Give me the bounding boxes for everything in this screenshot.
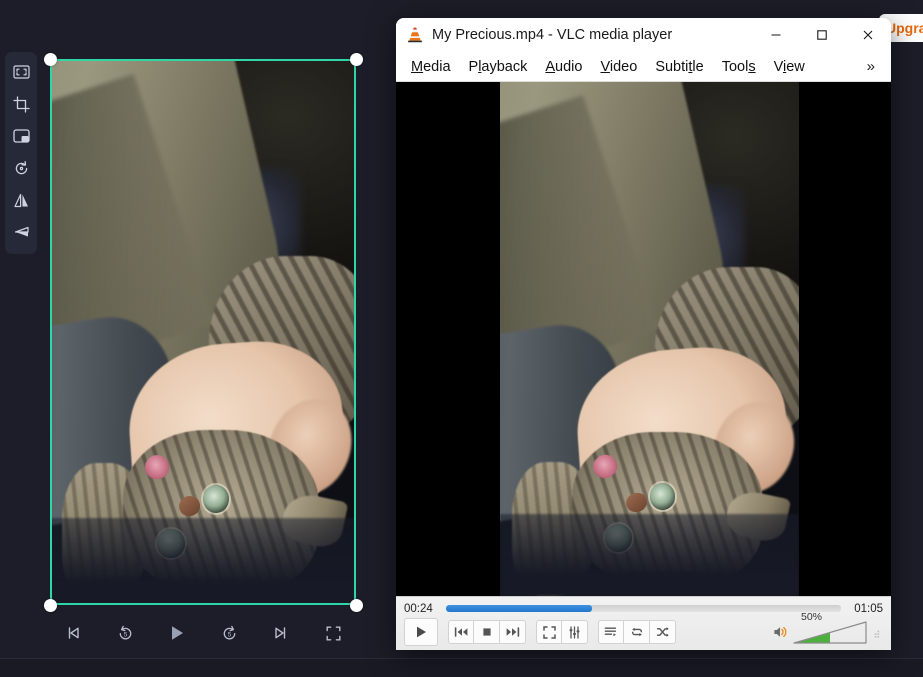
fullscreen-button[interactable] [318, 619, 348, 647]
next-button[interactable] [500, 620, 526, 644]
editor-tool-rail [5, 52, 37, 254]
menu-post: le [692, 59, 703, 75]
menu-post: ew [786, 59, 805, 75]
skip-to-start-button[interactable] [58, 619, 88, 647]
vlc-button-row: 50% [396, 617, 891, 647]
maximize-button[interactable] [799, 18, 845, 52]
resize-handle-top-left[interactable] [44, 53, 57, 66]
screen: 5 5 [0, 0, 923, 677]
vlc-menu-bar: Media Playback Audio Video Subtitle Tool… [396, 52, 891, 82]
forward-5s-button[interactable]: 5 [214, 619, 244, 647]
playlist-group [598, 620, 676, 644]
play-button[interactable] [162, 619, 192, 647]
rewind-5s-button[interactable]: 5 [110, 619, 140, 647]
video-frame-image [500, 82, 799, 596]
menu-overflow-chevron-icon[interactable]: » [857, 55, 885, 78]
editor-video-canvas[interactable] [50, 59, 356, 605]
menu-post: ideo [610, 59, 637, 75]
resize-handle-bottom-right[interactable] [350, 599, 363, 612]
loop-button[interactable] [624, 620, 650, 644]
menu-post: edia [423, 59, 450, 75]
resize-grip[interactable] [871, 625, 881, 639]
equalizer-button[interactable] [562, 620, 588, 644]
play-button[interactable] [404, 618, 438, 646]
nav-group [448, 620, 526, 644]
flip-horizontal-icon[interactable] [7, 186, 35, 214]
resize-handle-bottom-left[interactable] [44, 599, 57, 612]
svg-text:5: 5 [227, 631, 231, 638]
vlc-window[interactable]: My Precious.mp4 - VLC media player Media… [396, 18, 891, 650]
menu-pre: Subti [655, 59, 688, 75]
video-frame-image [50, 59, 356, 605]
previous-button[interactable] [448, 620, 474, 644]
close-button[interactable] [845, 18, 891, 52]
skip-to-end-button[interactable] [266, 619, 296, 647]
vlc-video-surface[interactable] [396, 82, 891, 596]
menu-item-media[interactable]: Media [402, 56, 460, 78]
menu-mnemonic: V [600, 59, 609, 75]
volume-slider[interactable]: 50% [793, 620, 867, 644]
menu-mnemonic: s [748, 59, 755, 75]
crop-icon[interactable] [7, 90, 35, 118]
vlc-title-bar[interactable]: My Precious.mp4 - VLC media player [396, 18, 891, 52]
menu-pre: V [774, 59, 783, 75]
window-controls [753, 18, 891, 52]
menu-post: ayback [481, 59, 527, 75]
seek-progress-fill [446, 605, 592, 612]
volume-wedge [793, 620, 867, 644]
vlc-control-bar: 00:24 01:05 [396, 596, 891, 650]
menu-pre: P [469, 59, 479, 75]
seek-slider[interactable] [446, 605, 841, 612]
picture-in-picture-icon[interactable] [7, 122, 35, 150]
rotate-icon[interactable] [7, 154, 35, 182]
svg-text:5: 5 [123, 631, 127, 638]
elapsed-time: 00:24 [404, 603, 438, 615]
menu-item-subtitle[interactable]: Subtitle [646, 56, 712, 78]
shuffle-button[interactable] [650, 620, 676, 644]
menu-item-tools[interactable]: Tools [713, 56, 765, 78]
stop-button[interactable] [474, 620, 500, 644]
skew-icon[interactable] [7, 218, 35, 246]
playlist-button[interactable] [598, 620, 624, 644]
upgrade-button-label: Upgrade [886, 20, 923, 36]
menu-post: udio [555, 59, 582, 75]
menu-pre: Tool [722, 59, 749, 75]
play-group [404, 618, 438, 646]
total-time: 01:05 [849, 603, 883, 615]
fullscreen-button[interactable] [536, 620, 562, 644]
vlc-video-frame [500, 82, 799, 596]
resize-handle-top-right[interactable] [350, 53, 363, 66]
fit-to-screen-icon[interactable] [7, 58, 35, 86]
vlc-cone-icon [406, 26, 424, 44]
menu-mnemonic: M [411, 59, 423, 75]
editor-transport-bar: 5 5 [50, 616, 356, 650]
editor-timeline-area [0, 659, 923, 677]
volume-icon[interactable] [773, 625, 789, 639]
menu-mnemonic: A [545, 59, 555, 75]
menu-item-view[interactable]: View [765, 56, 814, 78]
vlc-window-title: My Precious.mp4 - VLC media player [432, 27, 753, 43]
menu-item-audio[interactable]: Audio [536, 56, 591, 78]
menu-item-playback[interactable]: Playback [460, 56, 537, 78]
minimize-button[interactable] [753, 18, 799, 52]
menu-item-video[interactable]: Video [591, 56, 646, 78]
view-group [536, 620, 588, 644]
volume-percent-label: 50% [801, 611, 822, 623]
volume-area: 50% [773, 620, 883, 644]
